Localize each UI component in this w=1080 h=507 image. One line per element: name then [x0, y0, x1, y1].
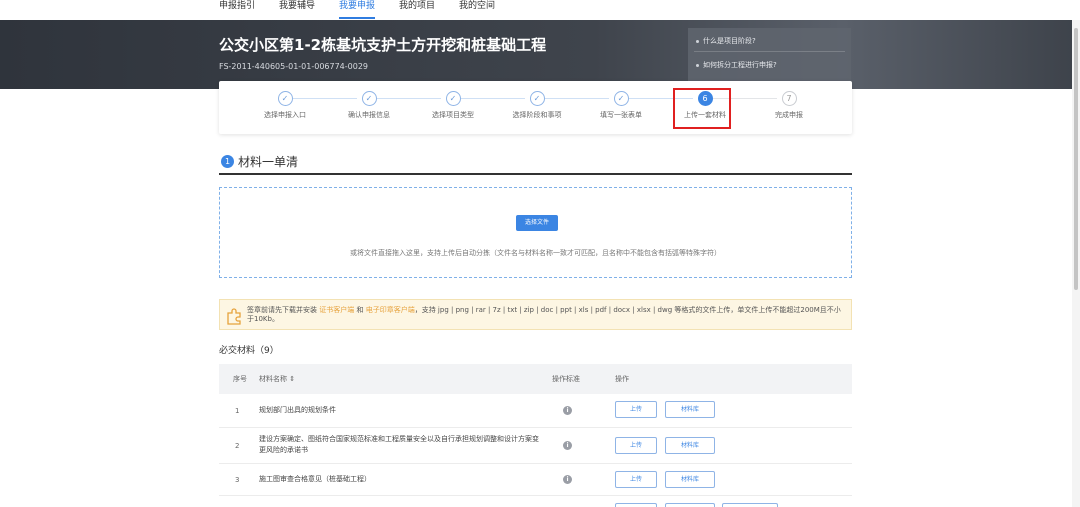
table-row: 2 建设方案确定、图纸符合国家规范标准和工程质量安全以及自行承担规划调整和设计方… [219, 428, 852, 464]
step-label: 填写一张表单 [600, 111, 642, 119]
table-row: 3 施工图审查合格意见（桩基础工程） i 上传 材料库 [219, 464, 852, 496]
step-1: ✓ 选择申报入口 [243, 91, 327, 120]
upload-button[interactable]: 上传 [615, 437, 657, 454]
scrollbar-thumb[interactable] [1074, 28, 1078, 290]
table-row: 1 规划部门出具的规划条件 i 上传 材料库 [219, 394, 852, 428]
row-index: 1 [235, 407, 240, 415]
material-library-button[interactable]: 材料库 [665, 437, 715, 454]
progress-steps: ✓ 选择申报入口 ✓ 确认申报信息 ✓ 选择项目类型 ✓ 选择阶段和事项 ✓ 填… [219, 81, 852, 134]
material-library-button[interactable] [665, 503, 715, 507]
section-divider [219, 173, 852, 175]
section-title: 材料一单清 [238, 155, 299, 169]
notice-text-part1: 签章前请先下载并安装 [247, 306, 317, 314]
help-divider [694, 51, 845, 52]
column-header-name[interactable]: 材料名称 ⇕ [259, 374, 295, 384]
step-3: ✓ 选择项目类型 [411, 91, 495, 120]
file-drop-zone[interactable]: 选择文件 或将文件直接拖入这里，支持上传后自动分拣（文件名与材料名称一致才可匹配… [219, 187, 852, 278]
required-materials-title: 必交材料（9） [219, 346, 279, 356]
step-7: 7 完成申报 [747, 91, 831, 120]
material-library-button[interactable]: 材料库 [665, 401, 715, 418]
upload-button[interactable]: 上传 [615, 401, 657, 418]
project-code: FS-2011-440605-01-01-006774-0029 [219, 62, 369, 71]
nav-guide[interactable]: 申报指引 [219, 0, 255, 12]
nav-apply[interactable]: 我要申报 [339, 0, 375, 12]
help-link-split[interactable]: 如何拆分工程进行申报? [696, 60, 777, 70]
help-link-stage-label: 什么是项目阶段? [703, 37, 756, 45]
upload-notice: 签章前请先下载并安装 证书客户端 和 电子印章客户端，支持 jpg | png … [219, 299, 852, 330]
check-icon: ✓ [613, 91, 629, 106]
drop-zone-hint: 或将文件直接拖入这里，支持上传后自动分拣（文件名与材料名称一致才可匹配，且名称中… [350, 249, 721, 257]
step-label: 完成申报 [775, 111, 803, 119]
materials-table-header: 序号 材料名称 ⇕ 操作标准 操作 [219, 364, 852, 394]
column-header-standard: 操作标准 [552, 375, 580, 383]
top-nav: 申报指引 我要辅导 我要申报 我的项目 我的空间 [0, 0, 1080, 20]
info-icon[interactable]: i [563, 475, 572, 484]
column-header-index: 序号 [233, 375, 247, 383]
cert-client-link[interactable]: 证书客户端 [319, 306, 354, 314]
notice-text: 签章前请先下载并安装 证书客户端 和 电子印章客户端，支持 jpg | png … [247, 306, 847, 324]
material-name: 施工图审查合格意见（桩基础工程） [259, 475, 371, 483]
seal-client-link[interactable]: 电子印章客户端 [366, 306, 415, 314]
step-5: ✓ 填写一张表单 [579, 91, 663, 120]
row-index: 3 [235, 476, 240, 484]
info-icon[interactable]: i [563, 441, 572, 450]
nav-active-indicator [339, 17, 375, 19]
project-title: 公交小区第1-2栋基坑支护土方开挖和桩基础工程 [219, 36, 547, 54]
nav-my-projects[interactable]: 我的项目 [399, 0, 435, 12]
step-2: ✓ 确认申报信息 [327, 91, 411, 120]
material-name: 建设方案确定、图纸符合国家规范标准和工程质量安全以及自行承担规划调整和设计方案变… [259, 435, 539, 454]
bullet-icon [696, 63, 699, 67]
notice-and: 和 [356, 306, 364, 314]
check-icon: ✓ [529, 91, 545, 106]
check-icon: ✓ [277, 91, 293, 106]
step-4: ✓ 选择阶段和事项 [495, 91, 579, 120]
nav-tutoring[interactable]: 我要辅导 [279, 0, 315, 12]
current-step-highlight [673, 88, 731, 129]
step-label: 选择申报入口 [264, 111, 306, 119]
step-label: 选择阶段和事项 [512, 111, 562, 119]
info-icon[interactable]: i [563, 406, 572, 415]
column-header-action: 操作 [615, 375, 629, 383]
bullet-icon [696, 39, 699, 43]
help-link-split-label: 如何拆分工程进行申报? [703, 61, 777, 69]
row-index: 2 [235, 442, 240, 450]
nav-my-space[interactable]: 我的空间 [459, 0, 495, 12]
help-panel: 什么是项目阶段? 如何拆分工程进行申报? [688, 28, 851, 82]
step-label: 确认申报信息 [348, 111, 390, 119]
help-link-stage[interactable]: 什么是项目阶段? [696, 36, 756, 46]
step-number-badge: 7 [781, 91, 797, 106]
check-icon: ✓ [445, 91, 461, 106]
puzzle-icon [227, 308, 241, 325]
choose-file-button[interactable]: 选择文件 [516, 215, 558, 231]
material-name: 规划部门出具的规划条件 [259, 406, 336, 414]
step-label: 选择项目类型 [432, 111, 474, 119]
upload-button[interactable]: 上传 [615, 471, 657, 488]
check-icon: ✓ [361, 91, 377, 106]
page: 申报指引 我要辅导 我要申报 我的项目 我的空间 公交小区第1-2栋基坑支护土方… [0, 0, 1080, 507]
material-library-button[interactable]: 材料库 [665, 471, 715, 488]
upload-button[interactable] [615, 503, 657, 507]
extra-action-button[interactable] [722, 503, 778, 507]
section-number-badge: 1 [221, 155, 234, 168]
